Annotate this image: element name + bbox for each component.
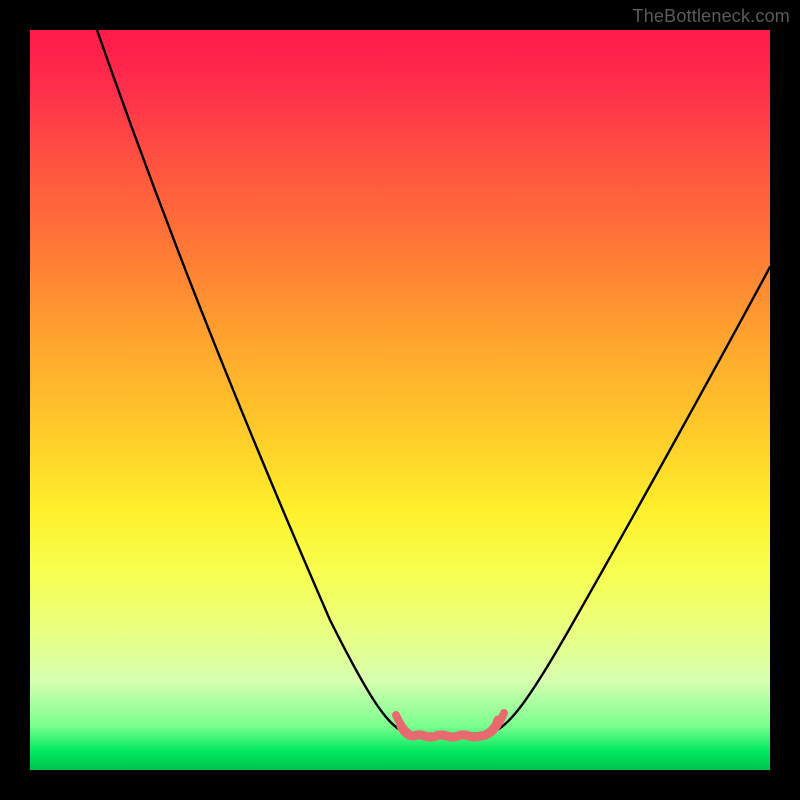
watermark-text: TheBottleneck.com xyxy=(633,6,790,27)
chart-frame: TheBottleneck.com xyxy=(0,0,800,800)
heat-gradient-background xyxy=(30,30,770,770)
plot-area xyxy=(30,30,770,770)
